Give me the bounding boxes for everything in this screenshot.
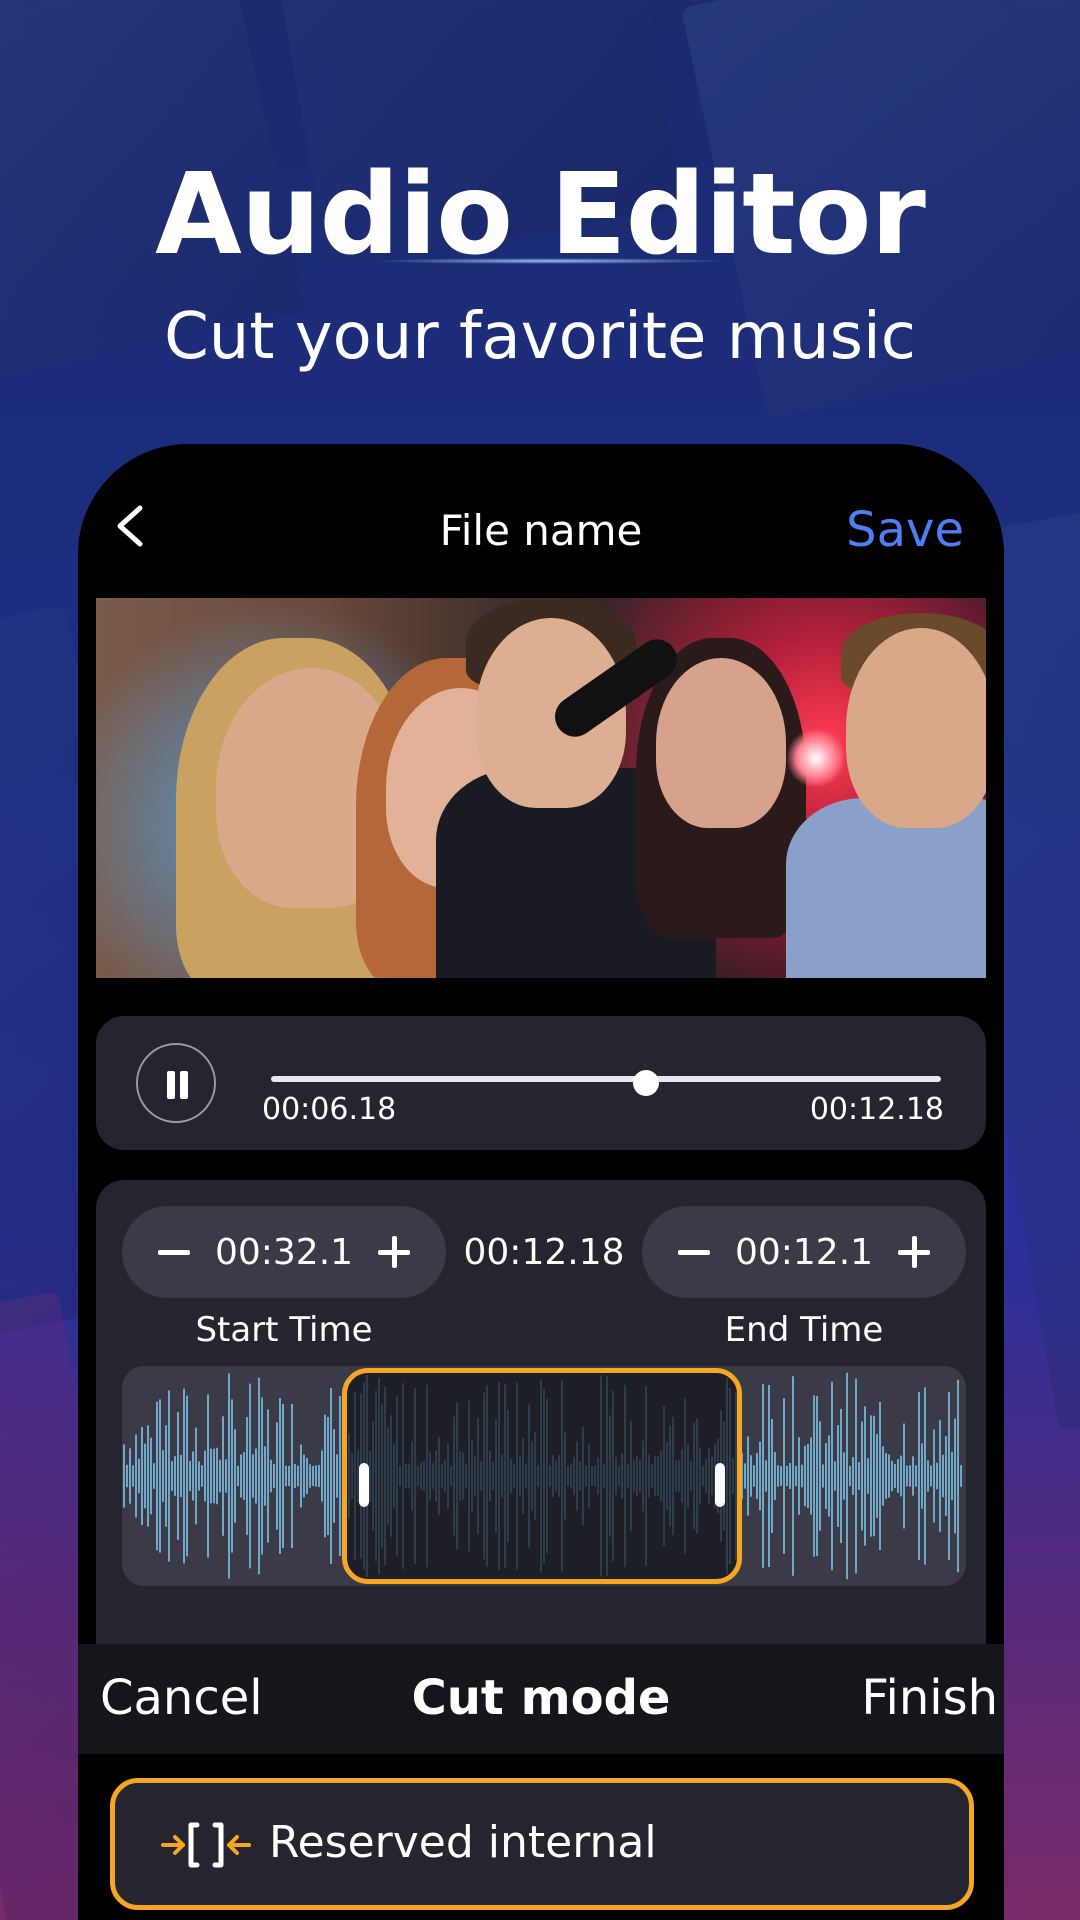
pause-button[interactable]	[136, 1043, 216, 1123]
plus-icon[interactable]	[391, 1236, 397, 1268]
selection-start-handle[interactable]	[359, 1463, 369, 1507]
playback-bar: 00:06.18 00:12.18	[96, 1016, 986, 1150]
progress-track[interactable]	[271, 1076, 941, 1082]
hero-title-glow	[370, 258, 730, 264]
video-preview	[96, 598, 986, 978]
progress-thumb[interactable]	[633, 1070, 660, 1096]
plus-icon[interactable]	[911, 1236, 917, 1268]
phone-frame: File name Save 00:06.18 00:12.18 00:32.1	[78, 444, 1004, 1920]
total-time: 00:12.18	[809, 1092, 944, 1127]
hero-subtitle: Cut your favorite music	[164, 300, 916, 374]
preview-figure	[656, 658, 786, 828]
pause-icon	[180, 1071, 188, 1099]
current-time: 00:06.18	[262, 1092, 397, 1127]
selection-end-handle[interactable]	[715, 1463, 725, 1507]
end-time-label: End Time	[724, 1310, 884, 1350]
reserved-internal-label: Reserved internal	[269, 1817, 657, 1868]
reserved-internal-option[interactable]: Reserved internal	[110, 1778, 974, 1910]
selection-window[interactable]	[342, 1368, 742, 1584]
pause-icon	[167, 1071, 175, 1099]
top-bar: File name Save	[78, 444, 1004, 594]
selection-duration: 00:12.18	[463, 1232, 625, 1273]
waveform-editor[interactable]	[122, 1366, 966, 1586]
preview-figure	[786, 798, 986, 978]
end-time-stepper: 00:12.1	[642, 1206, 966, 1298]
cut-panel: 00:32.1 00:12.18 00:12.1 Start Time End …	[96, 1180, 986, 1644]
save-button[interactable]: Save	[846, 502, 964, 558]
start-time-stepper: 00:32.1	[122, 1206, 446, 1298]
finish-button[interactable]: Finish	[861, 1670, 998, 1726]
action-bar: Cancel Cut mode Finish	[78, 1644, 1004, 1754]
stage-light	[786, 728, 846, 788]
start-time-label: Start Time	[195, 1310, 373, 1350]
reserve-interval-icon	[161, 1822, 251, 1868]
preview-figure	[846, 628, 986, 828]
